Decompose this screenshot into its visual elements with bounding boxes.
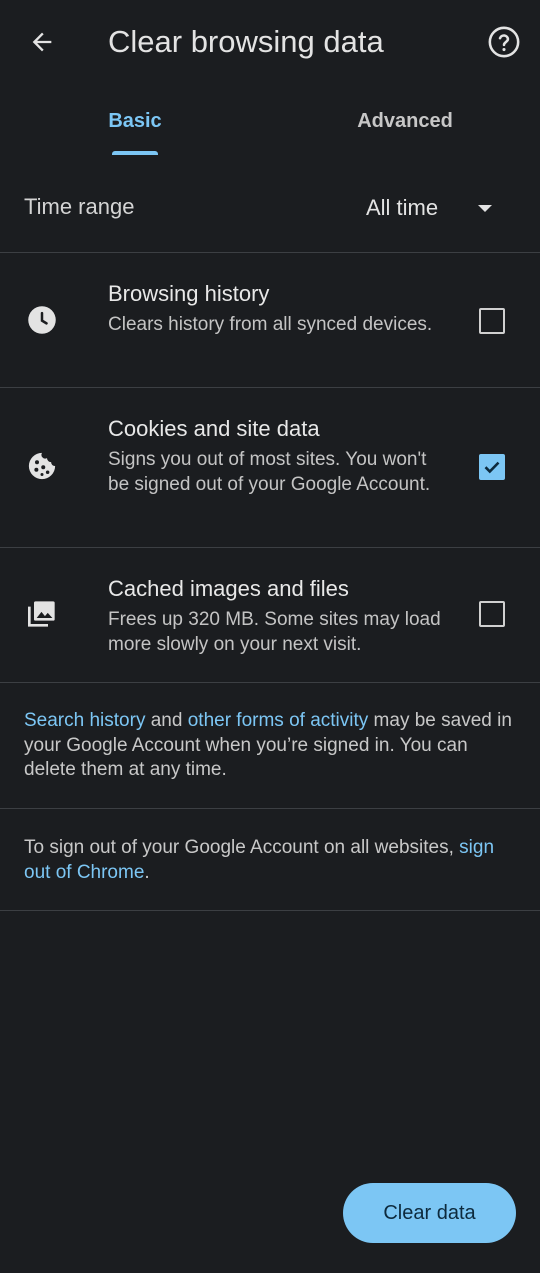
tab-advanced[interactable]: Advanced [330, 96, 480, 156]
arrow-back-icon [32, 32, 52, 52]
time-range-value: All time [366, 195, 439, 220]
activity-info-text: Search history and other forms of activi… [24, 709, 519, 783]
tab-label: Advanced [357, 110, 453, 132]
cookies-checkbox[interactable] [479, 454, 505, 480]
app-bar: Clear browsing data [0, 0, 540, 86]
signout-info-text: To sign out of your Google Account on al… [24, 836, 519, 885]
cached-images-checkbox[interactable] [479, 601, 505, 627]
search-history-link[interactable]: Search history [24, 710, 145, 731]
back-button[interactable] [22, 22, 62, 62]
time-range-dropdown[interactable]: All time [366, 190, 493, 226]
divider [0, 808, 540, 809]
tab-selected-indicator [112, 151, 158, 155]
help-button[interactable] [484, 22, 524, 62]
clear-data-button[interactable]: Clear data [343, 1183, 516, 1243]
option-description: Clears history from all synced devices. [108, 314, 433, 335]
tab-basic[interactable]: Basic [80, 96, 190, 156]
other-activity-link[interactable]: other forms of activity [188, 710, 369, 731]
tab-label: Basic [108, 110, 162, 132]
cookie-icon [24, 448, 60, 484]
signout-text: To sign out of your Google Account on al… [24, 837, 460, 858]
checkmark-icon [484, 461, 500, 474]
signout-end: . [144, 861, 150, 883]
option-cookies[interactable]: Cookies and site data Signs you out of m… [0, 388, 540, 547]
option-description: Signs you out of most sites. You won't b… [108, 449, 431, 495]
tab-bar: Basic Advanced [0, 96, 540, 156]
dropdown-arrow-icon [478, 204, 493, 212]
browsing-history-checkbox[interactable] [479, 308, 505, 334]
divider [0, 910, 540, 911]
image-icon [24, 596, 60, 632]
option-browsing-history[interactable]: Browsing history Clears history from all… [0, 253, 540, 387]
info-text: and [145, 710, 188, 731]
option-description: Frees up 320 MB. Some sites may load mor… [108, 609, 441, 655]
option-title: Cached images and files [108, 576, 349, 601]
time-range-row: Time range All time [0, 176, 540, 242]
page-title: Clear browsing data [108, 24, 384, 59]
option-cached-images[interactable]: Cached images and files Frees up 320 MB.… [0, 548, 540, 682]
time-range-label: Time range [24, 194, 135, 219]
divider [0, 682, 540, 683]
option-title: Cookies and site data [108, 416, 320, 441]
help-icon [488, 26, 520, 58]
clock-icon [24, 302, 60, 338]
option-title: Browsing history [108, 281, 270, 306]
